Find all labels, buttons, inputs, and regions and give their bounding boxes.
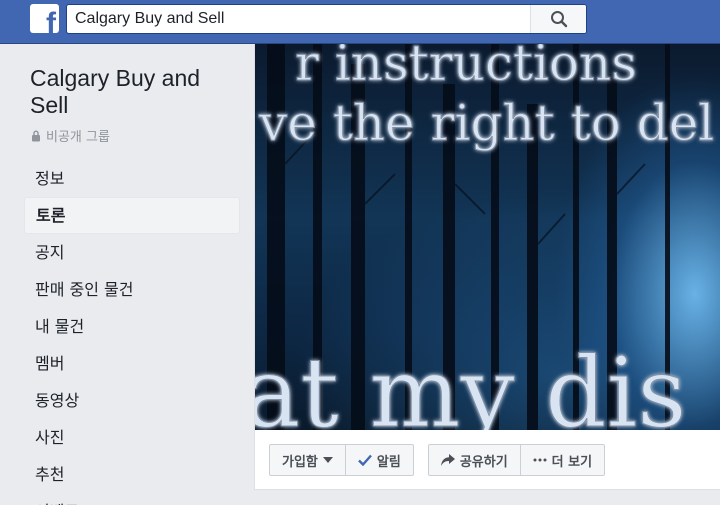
- group-name[interactable]: Calgary Buy and Sell: [30, 65, 240, 119]
- checkmark-icon: [358, 454, 372, 466]
- nav-item-about[interactable]: 정보: [24, 160, 240, 197]
- nav-item-for-sale[interactable]: 판매 중인 물건: [24, 271, 240, 308]
- membership-button-group: 가입함 알림: [269, 444, 414, 476]
- facebook-logo-icon[interactable]: f: [30, 4, 59, 33]
- facebook-logo-letter: f: [46, 7, 56, 34]
- more-label: 더 보기: [551, 454, 593, 470]
- group-sidebar: Calgary Buy and Sell 비공개 그룹 정보 토론 공지 판매 …: [0, 44, 254, 505]
- joined-label: 가입함: [282, 454, 318, 470]
- caret-down-icon: [322, 457, 333, 463]
- top-navigation-bar: f: [0, 0, 720, 44]
- nav-item-videos[interactable]: 동영상: [24, 382, 240, 419]
- more-button[interactable]: 더 보기: [519, 445, 604, 475]
- group-nav: 정보 토론 공지 판매 중인 물건 내 물건 멤버 동영상 사진 추천 이벤트: [24, 160, 240, 505]
- share-arrow-icon: [440, 454, 455, 466]
- notifications-label: 알림: [376, 454, 401, 470]
- nav-item-photos[interactable]: 사진: [24, 419, 240, 456]
- cover-text-line-1: r instructions: [295, 44, 637, 92]
- share-label: 공유하기: [459, 454, 508, 470]
- share-more-button-group: 공유하기 더 보기: [427, 444, 606, 476]
- lock-icon: [32, 130, 40, 141]
- nav-item-recommendations[interactable]: 추천: [24, 456, 240, 493]
- search-icon: [550, 11, 567, 28]
- nav-item-discussion[interactable]: 토론: [24, 197, 240, 234]
- group-actions: 가입함 알림 공유하기 더 보기: [269, 444, 606, 477]
- joined-button[interactable]: 가입함: [270, 445, 345, 475]
- more-dots-icon: [533, 458, 547, 462]
- cover-text-line-2: ve the right to del: [258, 94, 714, 152]
- nav-item-members[interactable]: 멤버: [24, 345, 240, 382]
- search-input[interactable]: [75, 9, 515, 29]
- group-header-card: r instructions ve the right to del at my…: [254, 44, 720, 490]
- search-button[interactable]: [530, 5, 586, 33]
- search-box: [66, 4, 587, 34]
- nav-item-announcements[interactable]: 공지: [24, 234, 240, 271]
- cover-image: r instructions ve the right to del at my…: [255, 44, 715, 430]
- share-button[interactable]: 공유하기: [429, 445, 520, 475]
- cover-photo[interactable]: r instructions ve the right to del at my…: [255, 44, 720, 430]
- notifications-button[interactable]: 알림: [344, 445, 413, 475]
- cover-text-line-3: at my dis: [255, 337, 687, 430]
- nav-item-events[interactable]: 이벤트: [24, 493, 240, 505]
- privacy-label: 비공개 그룹: [46, 130, 110, 145]
- nav-item-your-items[interactable]: 내 물건: [24, 308, 240, 345]
- group-privacy: 비공개 그룹: [31, 126, 110, 145]
